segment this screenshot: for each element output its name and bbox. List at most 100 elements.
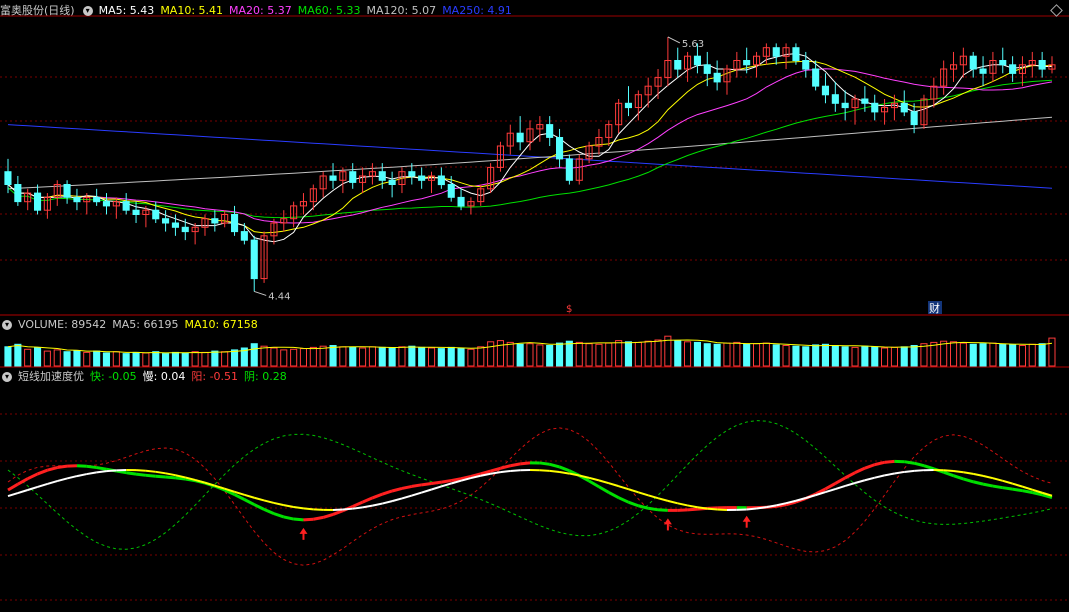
volume-legend-item-1: MA5: 66195	[112, 318, 179, 331]
volume-bar	[418, 346, 426, 367]
candle-body	[565, 158, 573, 181]
volume-bar	[881, 347, 889, 367]
slow-line-seg	[549, 469, 560, 474]
fast-line-seg	[381, 489, 393, 496]
volume-bar	[250, 343, 258, 367]
volume-bar	[999, 343, 1007, 367]
volume-bar	[309, 346, 317, 367]
buy-arrow-head	[742, 515, 751, 522]
fast-line-seg	[1022, 489, 1033, 495]
volume-bar	[398, 346, 406, 367]
fast-line-seg	[953, 474, 964, 481]
volume-bar	[319, 345, 327, 367]
event-marker-s: $	[566, 304, 572, 315]
chevron-down-icon[interactable]: ▾	[82, 6, 93, 16]
slow-line-seg	[56, 477, 68, 483]
candle-body	[437, 175, 445, 186]
fast-line-seg	[371, 492, 383, 500]
volume-bar	[339, 346, 347, 367]
ma-legend-item-1: MA10: 5.41	[160, 4, 224, 17]
fast-line-seg	[549, 462, 560, 469]
volume-legend-item-0: VOLUME: 89542	[18, 318, 107, 331]
indicator-legend-item-3: 阴: 0.28	[244, 370, 287, 383]
fast-line-seg	[913, 461, 925, 468]
slow-line-seg	[1012, 482, 1023, 488]
fast-line-seg	[421, 481, 432, 487]
fast-line-seg	[598, 485, 610, 494]
volume-bar	[359, 347, 367, 367]
candle-body	[171, 222, 179, 228]
fast-line-seg	[125, 471, 137, 476]
slow-line-seg	[37, 482, 48, 488]
slow-line-seg	[372, 502, 383, 507]
volume-bar	[1038, 343, 1046, 367]
slow-line-seg	[874, 474, 885, 479]
volume-bar	[959, 342, 967, 367]
fast-line-seg	[76, 464, 87, 468]
volume-bar	[191, 351, 199, 367]
candle-body	[152, 209, 160, 220]
volume-bar	[93, 350, 101, 367]
slow-line-seg	[598, 479, 610, 485]
fast-line-seg	[884, 459, 895, 464]
candle-body	[871, 102, 879, 113]
volume-bar	[743, 343, 751, 367]
fast-line-seg	[37, 468, 48, 476]
volume-bar	[457, 347, 465, 367]
fast-line-seg	[904, 460, 915, 465]
volume-bar	[102, 352, 111, 367]
fast-line-seg	[647, 506, 659, 512]
candle-body	[802, 60, 810, 70]
volume-bar	[368, 346, 376, 367]
volume-bar	[565, 340, 573, 367]
candle-body	[211, 218, 219, 224]
volume-bar	[171, 351, 179, 367]
volume-bar	[162, 353, 170, 367]
fast-line-seg	[7, 482, 19, 492]
stock-chart-canvas[interactable]: 5.63 4.44 $ 财	[0, 0, 1069, 612]
volume-bar	[861, 345, 869, 367]
fast-line-seg	[352, 500, 364, 508]
slow-line-seg	[992, 477, 1004, 482]
slow-line-seg	[500, 469, 511, 474]
slow-line-seg	[628, 488, 639, 494]
chevron-down-icon[interactable]: ▾	[2, 320, 12, 330]
volume-bar	[329, 345, 337, 367]
slow-line-seg	[244, 493, 255, 499]
slow-line-seg	[756, 506, 767, 510]
volume-bar	[634, 341, 642, 367]
volume-bar	[556, 342, 564, 367]
slow-line-seg	[342, 507, 353, 511]
volume-bar	[871, 346, 879, 367]
fast-line-seg	[273, 512, 285, 519]
candle-body	[831, 94, 839, 104]
fast-line-seg	[155, 474, 166, 479]
volume-bar	[43, 350, 51, 367]
volume-bar	[851, 346, 859, 367]
fast-line-seg	[293, 517, 304, 522]
volume-bar	[299, 348, 307, 367]
candle-body	[861, 98, 869, 104]
fast-line-seg	[322, 513, 334, 519]
volume-bar	[506, 341, 514, 367]
chevron-down-icon[interactable]: ▾	[2, 372, 12, 382]
fast-line-seg	[253, 503, 265, 511]
volume-bar	[753, 343, 761, 367]
candle-body	[447, 184, 455, 198]
fast-line-seg	[510, 462, 521, 468]
candle-body	[122, 201, 130, 211]
volume-bar	[53, 349, 61, 367]
fast-line-seg	[874, 460, 885, 467]
slow-line-seg	[647, 494, 659, 500]
slow-line-seg	[17, 489, 28, 495]
fast-line-seg	[47, 466, 58, 472]
candle-body	[162, 218, 170, 224]
volume-bar	[605, 342, 613, 367]
slow-line-seg	[66, 475, 78, 480]
slow-line-seg	[953, 470, 964, 474]
fast-line-seg	[943, 470, 955, 478]
slow-line-seg	[608, 482, 619, 488]
candle-body	[329, 175, 337, 181]
volume-bar	[723, 342, 731, 367]
slow-line-seg	[510, 469, 521, 472]
